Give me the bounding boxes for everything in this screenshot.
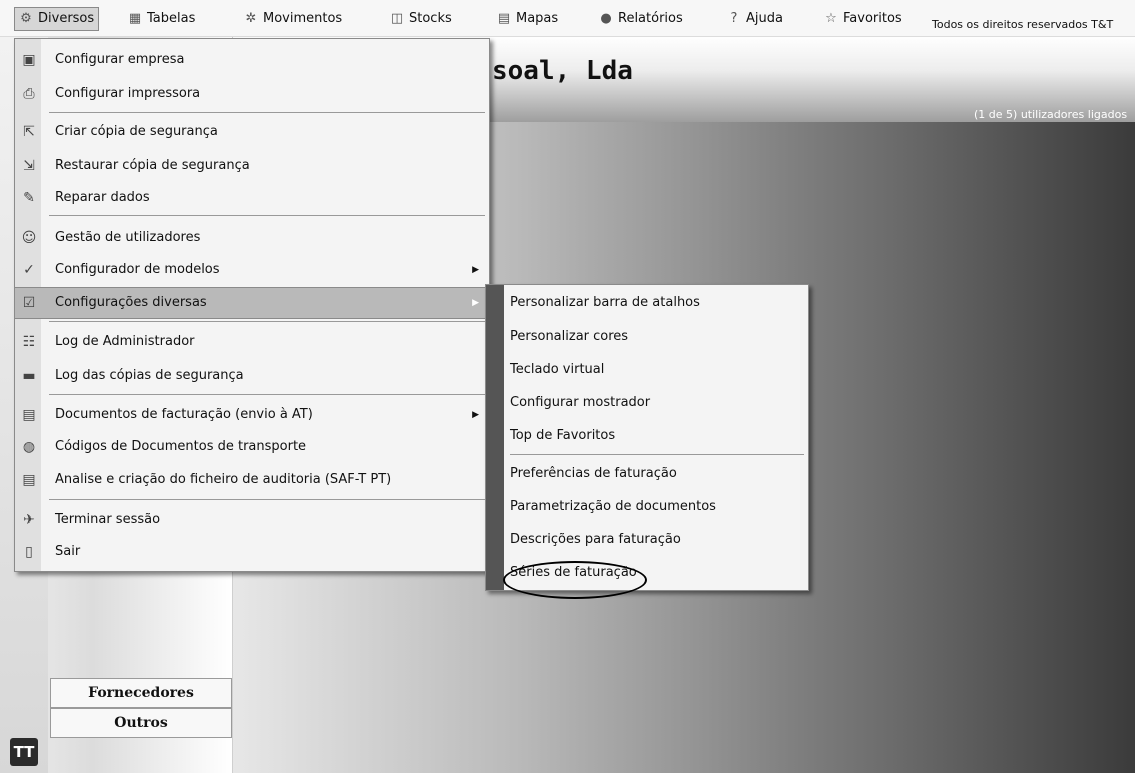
nav-button-fornecedores[interactable]: Fornecedores (50, 678, 232, 708)
menu-movimentos[interactable]: ✲ Movimentos (240, 8, 346, 30)
menu-item-label: Configurações diversas (55, 295, 207, 310)
menu-item-label: Configurar empresa (55, 52, 185, 67)
reports-icon: ● (600, 11, 612, 26)
menu-item-label: Sair (55, 544, 81, 559)
submenu-separator (510, 454, 804, 455)
copyright-text: Todos os direitos reservados T&T (932, 18, 1114, 31)
menu-item-label: Log das cópias de segurança (55, 368, 244, 383)
boxes-icon: ◫ (390, 11, 404, 26)
company-title: soal, Lda (492, 56, 633, 86)
users-status: (1 de 5) utilizadores ligados (974, 108, 1128, 121)
menu-item-gestao-utilizadores[interactable]: ☺ Gestão de utilizadores (15, 223, 489, 253)
menu-item-configuracoes-diversas[interactable]: ☑ Configurações diversas ▶ (15, 287, 489, 319)
users-icon: ☺ (21, 230, 37, 246)
menu-tabelas[interactable]: ▦ Tabelas (124, 8, 199, 30)
menu-item-log-copias[interactable]: ▬ Log das cópias de segurança (15, 361, 489, 391)
menu-item-log-administrador[interactable]: ☷ Log de Administrador (15, 327, 489, 357)
audit-icon: ▤ (22, 472, 36, 488)
menu-diversos-label: Diversos (38, 11, 95, 26)
logout-icon: ✈ (23, 512, 35, 528)
menu-movimentos-label: Movimentos (263, 11, 343, 26)
menu-separator (49, 112, 485, 113)
menu-item-codigos-transporte[interactable]: ◍ Códigos de Documentos de transporte (15, 432, 489, 462)
nav-button-outros[interactable]: Outros (50, 708, 232, 738)
submenu-arrow-icon: ▶ (472, 410, 479, 420)
configuracoes-submenu: Personalizar barra de atalhos Personaliz… (485, 284, 809, 591)
menu-relatorios[interactable]: ● Relatórios (595, 8, 687, 30)
document-icon: ▤ (497, 11, 511, 26)
menu-item-label: Restaurar cópia de segurança (55, 158, 250, 173)
menu-item-criar-copia[interactable]: ⇱ Criar cópia de segurança (15, 117, 489, 147)
menu-stocks-label: Stocks (409, 11, 452, 26)
menu-separator (49, 215, 485, 216)
menu-ajuda-label: Ajuda (746, 11, 783, 26)
submenu-gutter (486, 285, 504, 590)
menu-item-configurar-empresa[interactable]: ▣ Configurar empresa (15, 45, 489, 75)
menu-favoritos-label: Favoritos (843, 11, 902, 26)
menu-item-documentos-facturacao[interactable]: ▤ Documentos de facturação (envio à AT) … (15, 400, 489, 430)
menu-diversos[interactable]: ⚙ Diversos (14, 7, 100, 31)
repair-icon: ✎ (23, 190, 35, 206)
menubar: ⚙ Diversos ▦ Tabelas ✲ Movimentos ◫ Stocks ▤… (0, 0, 1135, 37)
menu-item-configurador-modelos[interactable]: ✓ Configurador de modelos ▶ (15, 255, 489, 285)
menu-mapas-label: Mapas (516, 11, 559, 26)
menu-item-label: Códigos de Documentos de transporte (55, 439, 307, 454)
company-icon: ▣ (22, 52, 36, 68)
menu-separator (49, 321, 485, 322)
help-icon: ? (730, 11, 738, 26)
gear-box-icon: ⚙ (20, 11, 32, 26)
menu-item-label: Documentos de facturação (envio à AT) (55, 407, 313, 422)
backup-icon: ⇱ (23, 124, 35, 140)
menu-item-label: Log de Administrador (55, 334, 195, 349)
menu-mapas[interactable]: ▤ Mapas (493, 8, 562, 30)
menu-item-label: Configurador de modelos (55, 262, 220, 277)
submenu-item-descricoes-faturacao[interactable]: Descrições para faturação (510, 525, 800, 555)
diversos-dropdown: ▣ Configurar empresa ⎙ Configurar impres… (14, 38, 490, 572)
submenu-item-personalizar-cores[interactable]: Personalizar cores (510, 322, 800, 352)
submenu-item-configurar-mostrador[interactable]: Configurar mostrador (510, 388, 800, 418)
menu-ajuda[interactable]: ? Ajuda (723, 8, 787, 30)
menu-item-label: Gestão de utilizadores (55, 230, 201, 245)
submenu-item-top-favoritos[interactable]: Top de Favoritos (510, 421, 800, 451)
settings-icon: ☑ (22, 295, 36, 311)
menu-separator (49, 499, 485, 500)
menu-favoritos[interactable]: ☆ Favoritos (820, 8, 906, 30)
models-icon: ✓ (23, 262, 35, 278)
transport-icon: ◍ (22, 439, 36, 455)
document-icon: ▤ (22, 407, 36, 423)
menu-item-label: Configurar impressora (55, 86, 201, 101)
printer-icon: ⎙ (23, 86, 35, 102)
disk-icon: ▬ (22, 368, 36, 384)
exit-icon: ▯ (25, 544, 33, 560)
menu-item-restaurar-copia[interactable]: ⇲ Restaurar cópia de segurança (15, 151, 489, 181)
cogs-icon: ✲ (245, 11, 257, 26)
menu-item-label: Terminar sessão (55, 512, 161, 527)
submenu-item-teclado-virtual[interactable]: Teclado virtual (510, 355, 800, 385)
submenu-arrow-icon: ▶ (472, 265, 479, 275)
menu-separator (49, 394, 485, 395)
menu-item-label: Criar cópia de segurança (55, 124, 218, 139)
menu-stocks[interactable]: ◫ Stocks (386, 8, 456, 30)
menu-item-label: Analise e criação do ficheiro de auditor… (55, 472, 392, 487)
menu-tabelas-label: Tabelas (147, 11, 196, 26)
menu-relatorios-label: Relatórios (618, 11, 683, 26)
menu-item-reparar-dados[interactable]: ✎ Reparar dados (15, 183, 489, 213)
menu-item-label: Reparar dados (55, 190, 150, 205)
submenu-item-parametrizacao-documentos[interactable]: Parametrização de documentos (510, 492, 800, 522)
menu-item-configurar-impressora[interactable]: ⎙ Configurar impressora (15, 79, 489, 109)
restore-icon: ⇲ (23, 158, 35, 174)
submenu-item-series-faturacao[interactable]: Séries de faturação (510, 558, 800, 588)
submenu-item-personalizar-atalhos[interactable]: Personalizar barra de atalhos (510, 288, 800, 318)
menu-item-sair[interactable]: ▯ Sair (15, 537, 489, 567)
admin-log-icon: ☷ (22, 334, 36, 350)
app-logo: TT (10, 738, 38, 766)
menu-item-saft[interactable]: ▤ Analise e criação do ficheiro de audit… (15, 465, 489, 495)
submenu-arrow-icon: ▶ (472, 298, 479, 308)
table-icon: ▦ (128, 11, 142, 26)
star-icon: ☆ (825, 11, 837, 26)
submenu-item-preferencias-faturacao[interactable]: Preferências de faturação (510, 459, 800, 489)
menu-item-terminar-sessao[interactable]: ✈ Terminar sessão (15, 505, 489, 535)
